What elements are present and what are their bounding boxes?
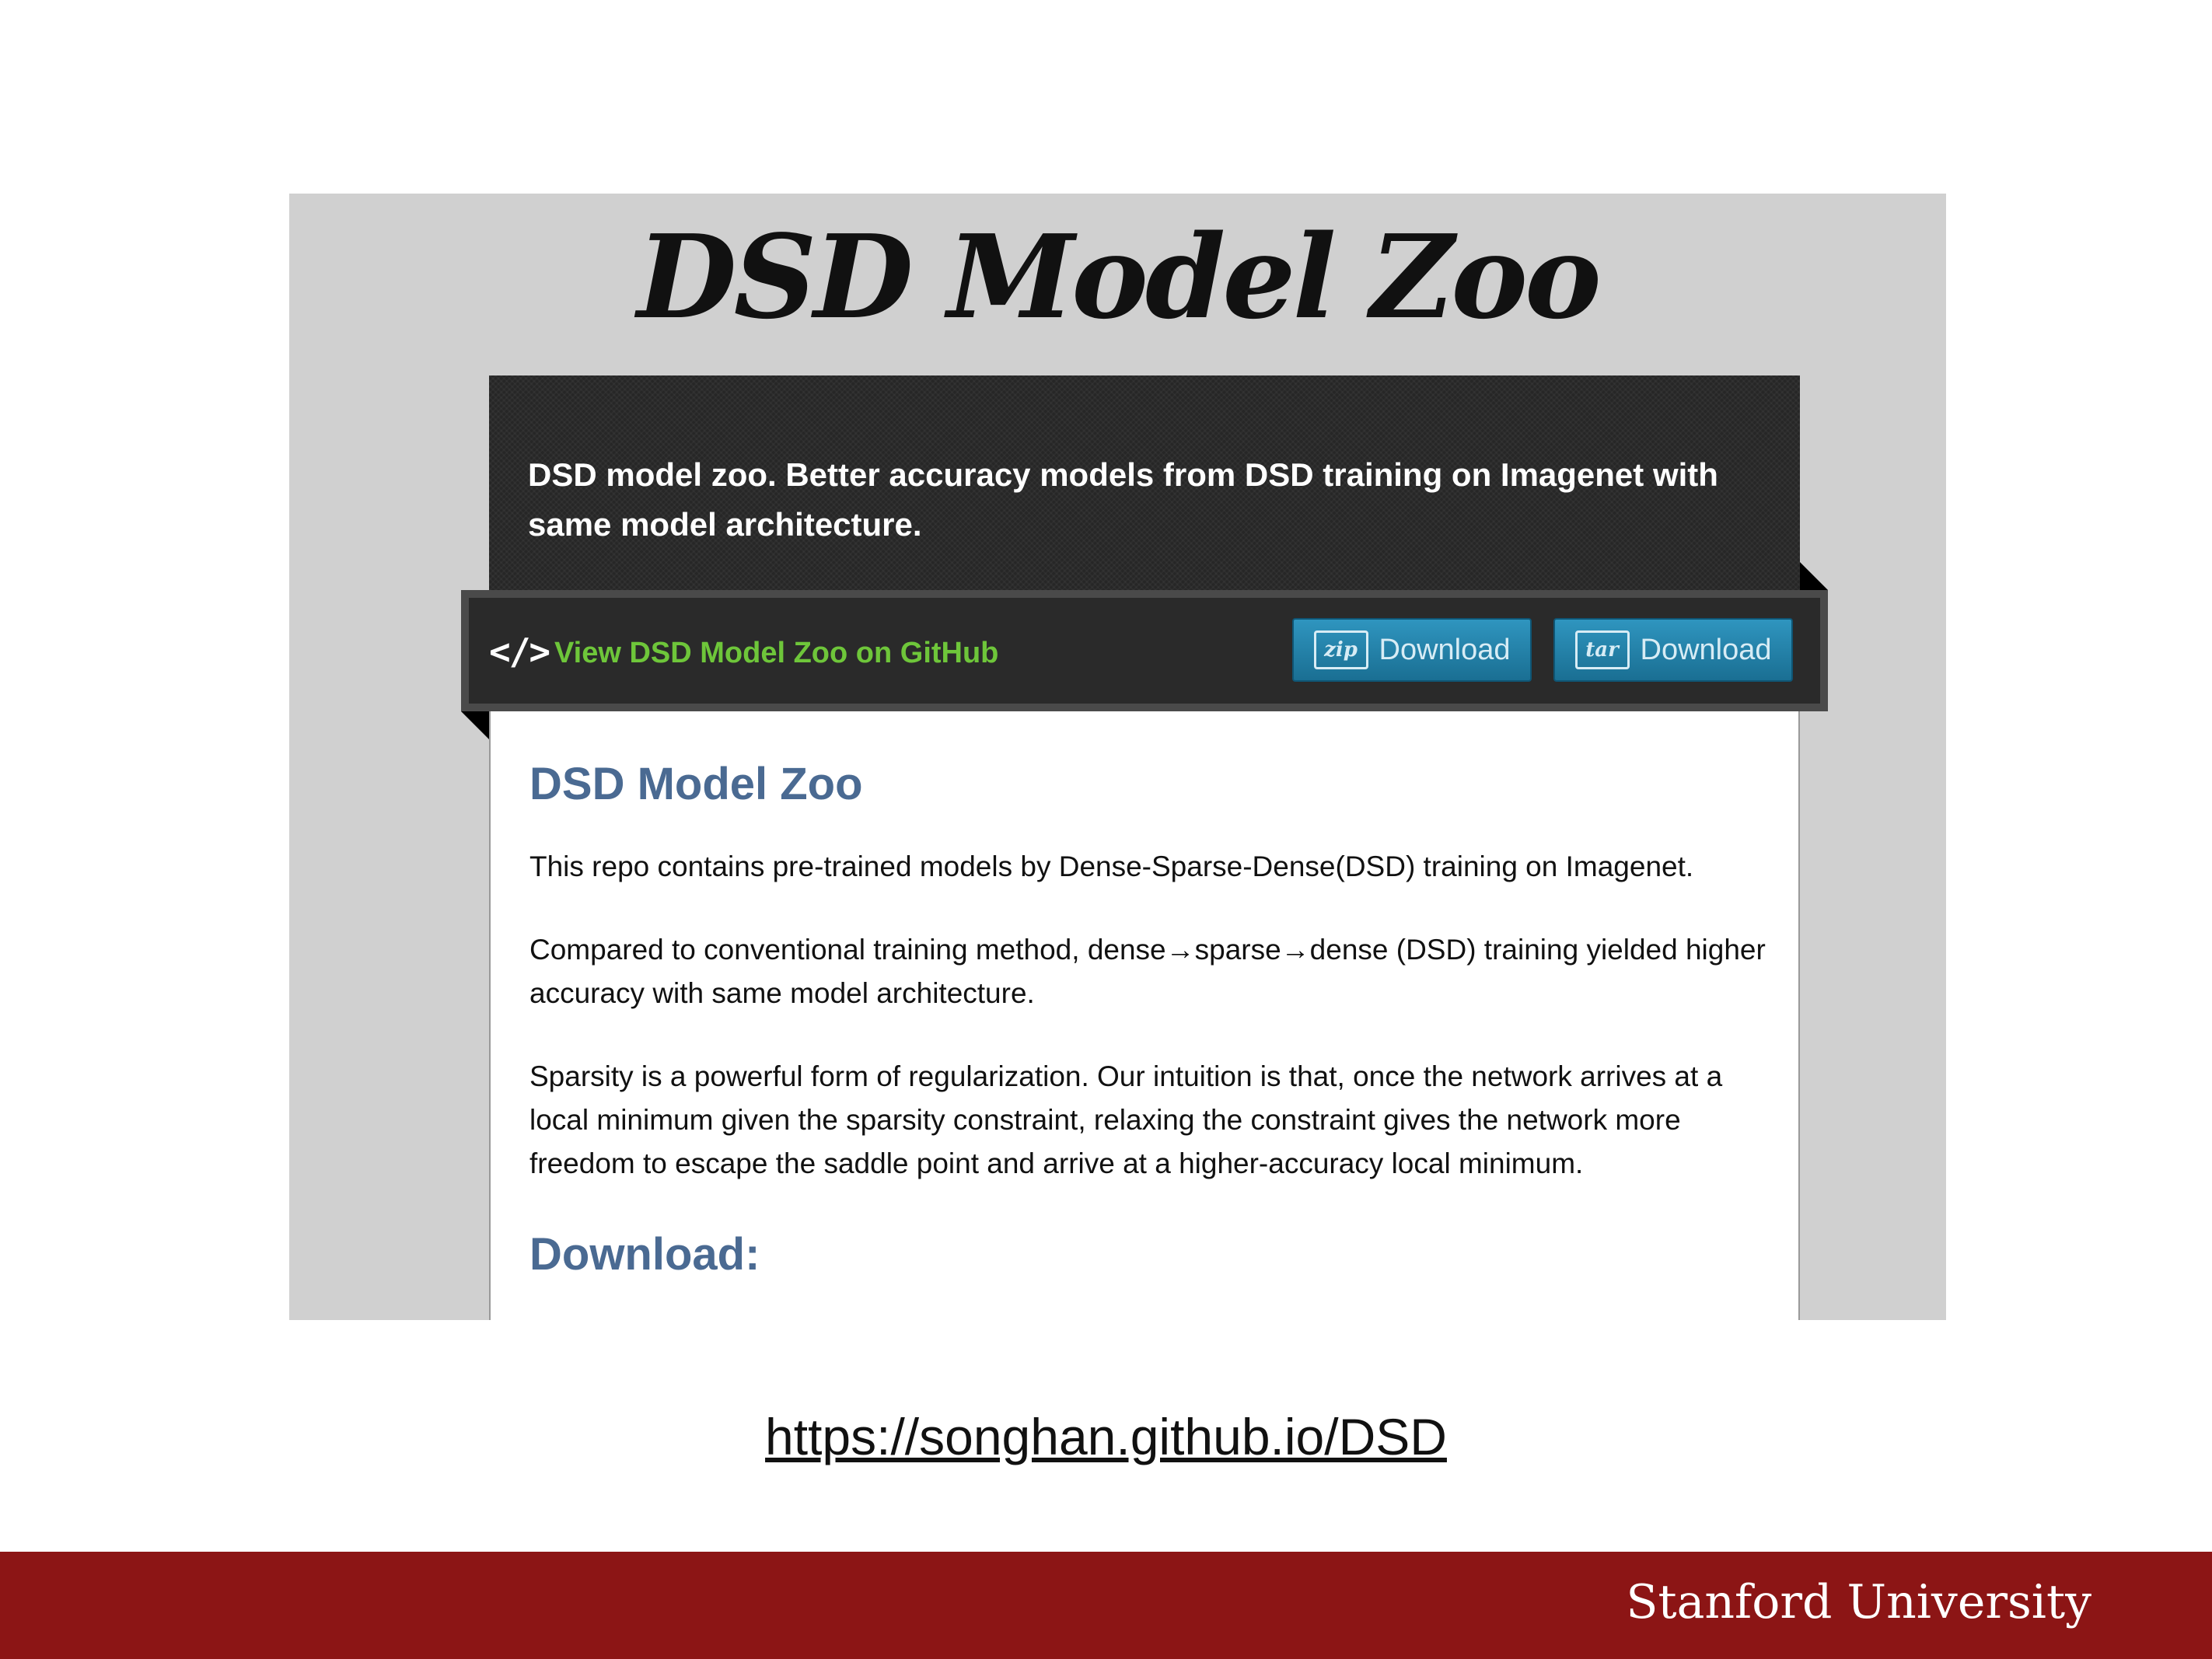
site-title: DSD Model Zoo bbox=[637, 209, 1602, 344]
ribbon-fold-right bbox=[1800, 562, 1828, 590]
main-content: DSD Model Zoo This repo contains pre-tra… bbox=[489, 711, 1800, 1320]
paragraph-sparsity: Sparsity is a powerful form of regulariz… bbox=[529, 1060, 1723, 1179]
github-link[interactable]: View DSD Model Zoo on GitHub bbox=[554, 637, 998, 670]
stanford-wordmark: Stanford University bbox=[1626, 1575, 2091, 1629]
url-link[interactable]: https://songhan.github.io/DSD bbox=[0, 1407, 2212, 1466]
paragraph-intro: This repo contains pre-trained models by… bbox=[529, 850, 1694, 882]
tar-icon: tar bbox=[1574, 630, 1630, 669]
site-description: DSD model zoo. Better accuracy models fr… bbox=[528, 456, 1718, 543]
zip-icon: zip bbox=[1313, 630, 1368, 669]
download-heading: Download: bbox=[529, 1229, 760, 1280]
download-tar-label: Download bbox=[1640, 633, 1772, 666]
screenshot-image: DSD Model Zoo DSD model zoo. Better accu… bbox=[289, 194, 1946, 1320]
download-bar: </> View DSD Model Zoo on GitHub zip Dow… bbox=[461, 590, 1828, 711]
download-zip-label: Download bbox=[1379, 633, 1511, 666]
footer-bar: Stanford University bbox=[0, 1552, 2212, 1659]
paragraph-comparison: Compared to conventional training method… bbox=[529, 934, 1766, 1009]
content-heading: DSD Model Zoo bbox=[529, 759, 863, 809]
code-icon: </> bbox=[489, 630, 550, 672]
download-tar-button[interactable]: tar Download bbox=[1553, 618, 1793, 682]
site-header: DSD model zoo. Better accuracy models fr… bbox=[489, 375, 1800, 601]
download-zip-button[interactable]: zip Download bbox=[1292, 618, 1532, 682]
ribbon-fold-left bbox=[461, 711, 489, 739]
